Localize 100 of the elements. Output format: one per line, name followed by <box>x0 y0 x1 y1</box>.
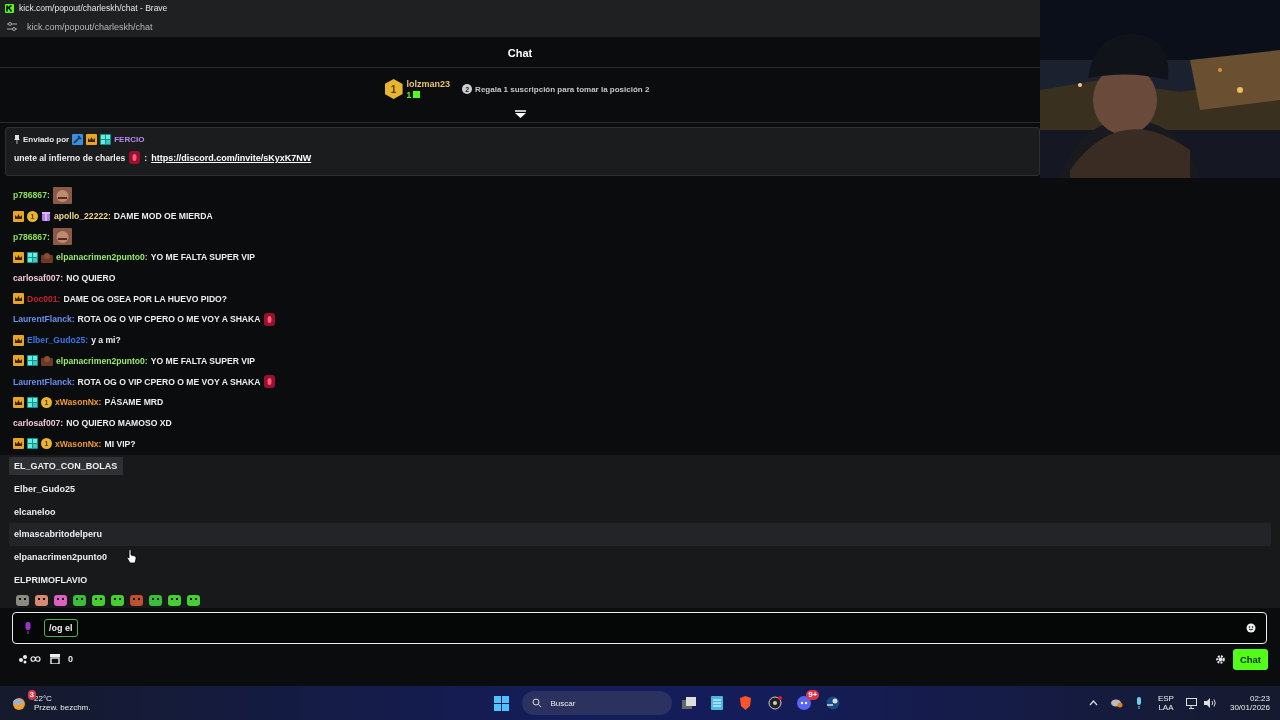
emote-icon[interactable] <box>72 594 87 608</box>
discord-link[interactable]: https://discord.com/invite/sKyxK7NW <box>151 152 312 163</box>
message-text: DAME OG OSEA POR LA HUEVO PIDO? <box>63 293 228 304</box>
chat-username[interactable]: p786867: <box>13 231 50 242</box>
network-icon[interactable] <box>1185 697 1198 709</box>
community-points-icon[interactable] <box>18 654 42 665</box>
chat-username[interactable]: LaurentFlanck: <box>13 314 75 325</box>
emote-icon <box>52 228 72 246</box>
record-icon[interactable] <box>768 696 783 710</box>
crown-badge-icon <box>13 293 24 305</box>
weather-icon[interactable] <box>12 696 28 710</box>
chat-username[interactable]: Elber_Gudo25: <box>27 335 89 346</box>
address-bar[interactable]: kick.com/popout/charleskh/chat <box>27 21 153 32</box>
window-title: kick.com/popout/charleskh/chat - Brave <box>19 3 168 13</box>
chat-username[interactable]: xWasonNx: <box>55 438 102 449</box>
drop-emote-icon <box>263 312 275 326</box>
chat-username[interactable]: elpanacrimen2punto0: <box>56 355 148 366</box>
emote-icon[interactable] <box>34 594 49 608</box>
temperature: 22°C <box>34 694 53 703</box>
rank-badge: 1 <box>384 79 403 99</box>
chat-username[interactable]: p786867: <box>13 190 50 201</box>
pinned-username[interactable]: FERCIO <box>114 135 145 144</box>
emote-icon[interactable] <box>91 594 106 608</box>
suggestion-item[interactable]: EL_GATO_CON_BOLAS <box>9 455 1271 478</box>
windows-start-icon[interactable] <box>494 695 510 711</box>
sword-badge-icon <box>72 134 84 145</box>
keyboard-layout[interactable]: LAA <box>1158 703 1174 712</box>
emote-icon[interactable] <box>53 594 68 608</box>
points-count: 0 <box>68 654 73 665</box>
lion-shield-icon[interactable] <box>739 696 753 710</box>
message-text: ROTA OG O VIP CPERO O ME VOY A SHAKA <box>77 376 261 387</box>
command-chip: /og el <box>44 619 78 638</box>
suggestion-label: Elber_Gudo25 <box>13 483 77 497</box>
leader-username[interactable]: lolzman23 <box>406 78 451 89</box>
emote-icon[interactable] <box>15 594 30 608</box>
message-text: ROTA OG O VIP CPERO O ME VOY A SHAKA <box>77 314 261 325</box>
input-language[interactable]: ESP <box>1157 694 1174 703</box>
crown-badge-icon <box>13 355 24 367</box>
message-text: y a mi? <box>91 335 121 346</box>
chat-username[interactable]: carlosaf007: <box>13 273 64 284</box>
message-text: MI VIP? <box>104 438 136 449</box>
message-text: YO ME FALTA SUPER VIP <box>150 355 256 366</box>
emote-icon[interactable] <box>167 594 182 608</box>
chat-username[interactable]: elpanacrimen2punto0: <box>56 252 148 263</box>
suggestion-item[interactable]: elmascabritodelperu <box>9 523 1271 546</box>
suggestion-item[interactable]: Elber_Gudo25 <box>9 477 1271 501</box>
chat-username[interactable]: xWasonNx: <box>55 397 102 408</box>
message-text: : <box>144 152 148 163</box>
send-chat-button[interactable]: Chat <box>1232 648 1268 670</box>
notification-badge: 9+ <box>806 690 820 700</box>
emote-icon <box>52 186 72 204</box>
chat-username[interactable]: apollo_22222: <box>54 211 111 222</box>
chat-username[interactable]: LaurentFlanck: <box>13 376 75 387</box>
taskbar-search-field[interactable]: Buscar <box>522 691 673 715</box>
notepad-icon[interactable] <box>711 696 724 710</box>
sub-badge-icon <box>41 251 53 263</box>
hand-cursor-icon <box>126 549 137 564</box>
clock-date[interactable]: 30/01/2026 <box>1229 703 1270 712</box>
chevron-up-icon[interactable] <box>1088 700 1098 706</box>
og-badge-icon <box>27 438 38 450</box>
volume-icon[interactable] <box>1203 698 1216 708</box>
message-text: YO ME FALTA SUPER VIP <box>150 252 256 263</box>
crown-badge-icon <box>13 210 24 222</box>
search-icon <box>532 698 543 708</box>
clock-time[interactable]: 02:23 <box>1249 694 1270 703</box>
og-badge-icon <box>100 134 112 145</box>
site-settings-icon[interactable] <box>7 22 17 31</box>
suggestion-item[interactable]: elcaneloo <box>9 500 1271 524</box>
collapse-icon[interactable] <box>514 110 526 119</box>
message-text: PÁSAME MRD <box>104 397 164 408</box>
emote-icon[interactable] <box>110 594 125 608</box>
emote-icon[interactable] <box>129 594 144 608</box>
chat-title: Chat <box>507 46 533 59</box>
suggestion-item[interactable]: elpanacrimen2punto0 <box>9 545 1271 569</box>
drop-emote-icon <box>129 151 141 164</box>
chat-username[interactable]: Doc001: <box>27 293 61 304</box>
chat-username[interactable]: carlosaf007: <box>13 417 64 428</box>
message-text: NO QUIERO MAMOSO XD <box>66 417 172 428</box>
store-icon[interactable] <box>50 654 60 665</box>
emote-icon[interactable] <box>186 594 201 608</box>
cloud-icon[interactable] <box>1109 698 1123 708</box>
emoji-icon[interactable] <box>1246 623 1256 634</box>
suggestion-item[interactable]: ELPRIMOFLAVIO <box>9 568 1271 592</box>
settings-icon[interactable] <box>1215 654 1225 664</box>
weather-text: Przew. bezchm. <box>34 703 91 712</box>
crown-badge-icon <box>13 396 24 408</box>
message-text: DAME MOD OE MIERDA <box>113 211 213 222</box>
game-store-icon[interactable] <box>826 696 841 710</box>
chat-input-field[interactable]: /og el <box>12 612 1267 645</box>
message-text: unete al infierno de charles <box>14 152 126 163</box>
microphone-icon[interactable] <box>1134 697 1143 709</box>
gift-badge-icon <box>41 211 51 222</box>
chat-app-icon[interactable] <box>797 696 812 710</box>
suggestion-label: EL_GATO_CON_BOLAS <box>9 457 124 476</box>
crown-badge-icon <box>13 334 24 346</box>
task-view-icon[interactable] <box>682 697 697 709</box>
emote-icon[interactable] <box>148 594 163 608</box>
drop-emote-icon <box>263 375 275 389</box>
kick-logo-icon <box>5 3 14 13</box>
og-badge-icon <box>27 396 38 408</box>
